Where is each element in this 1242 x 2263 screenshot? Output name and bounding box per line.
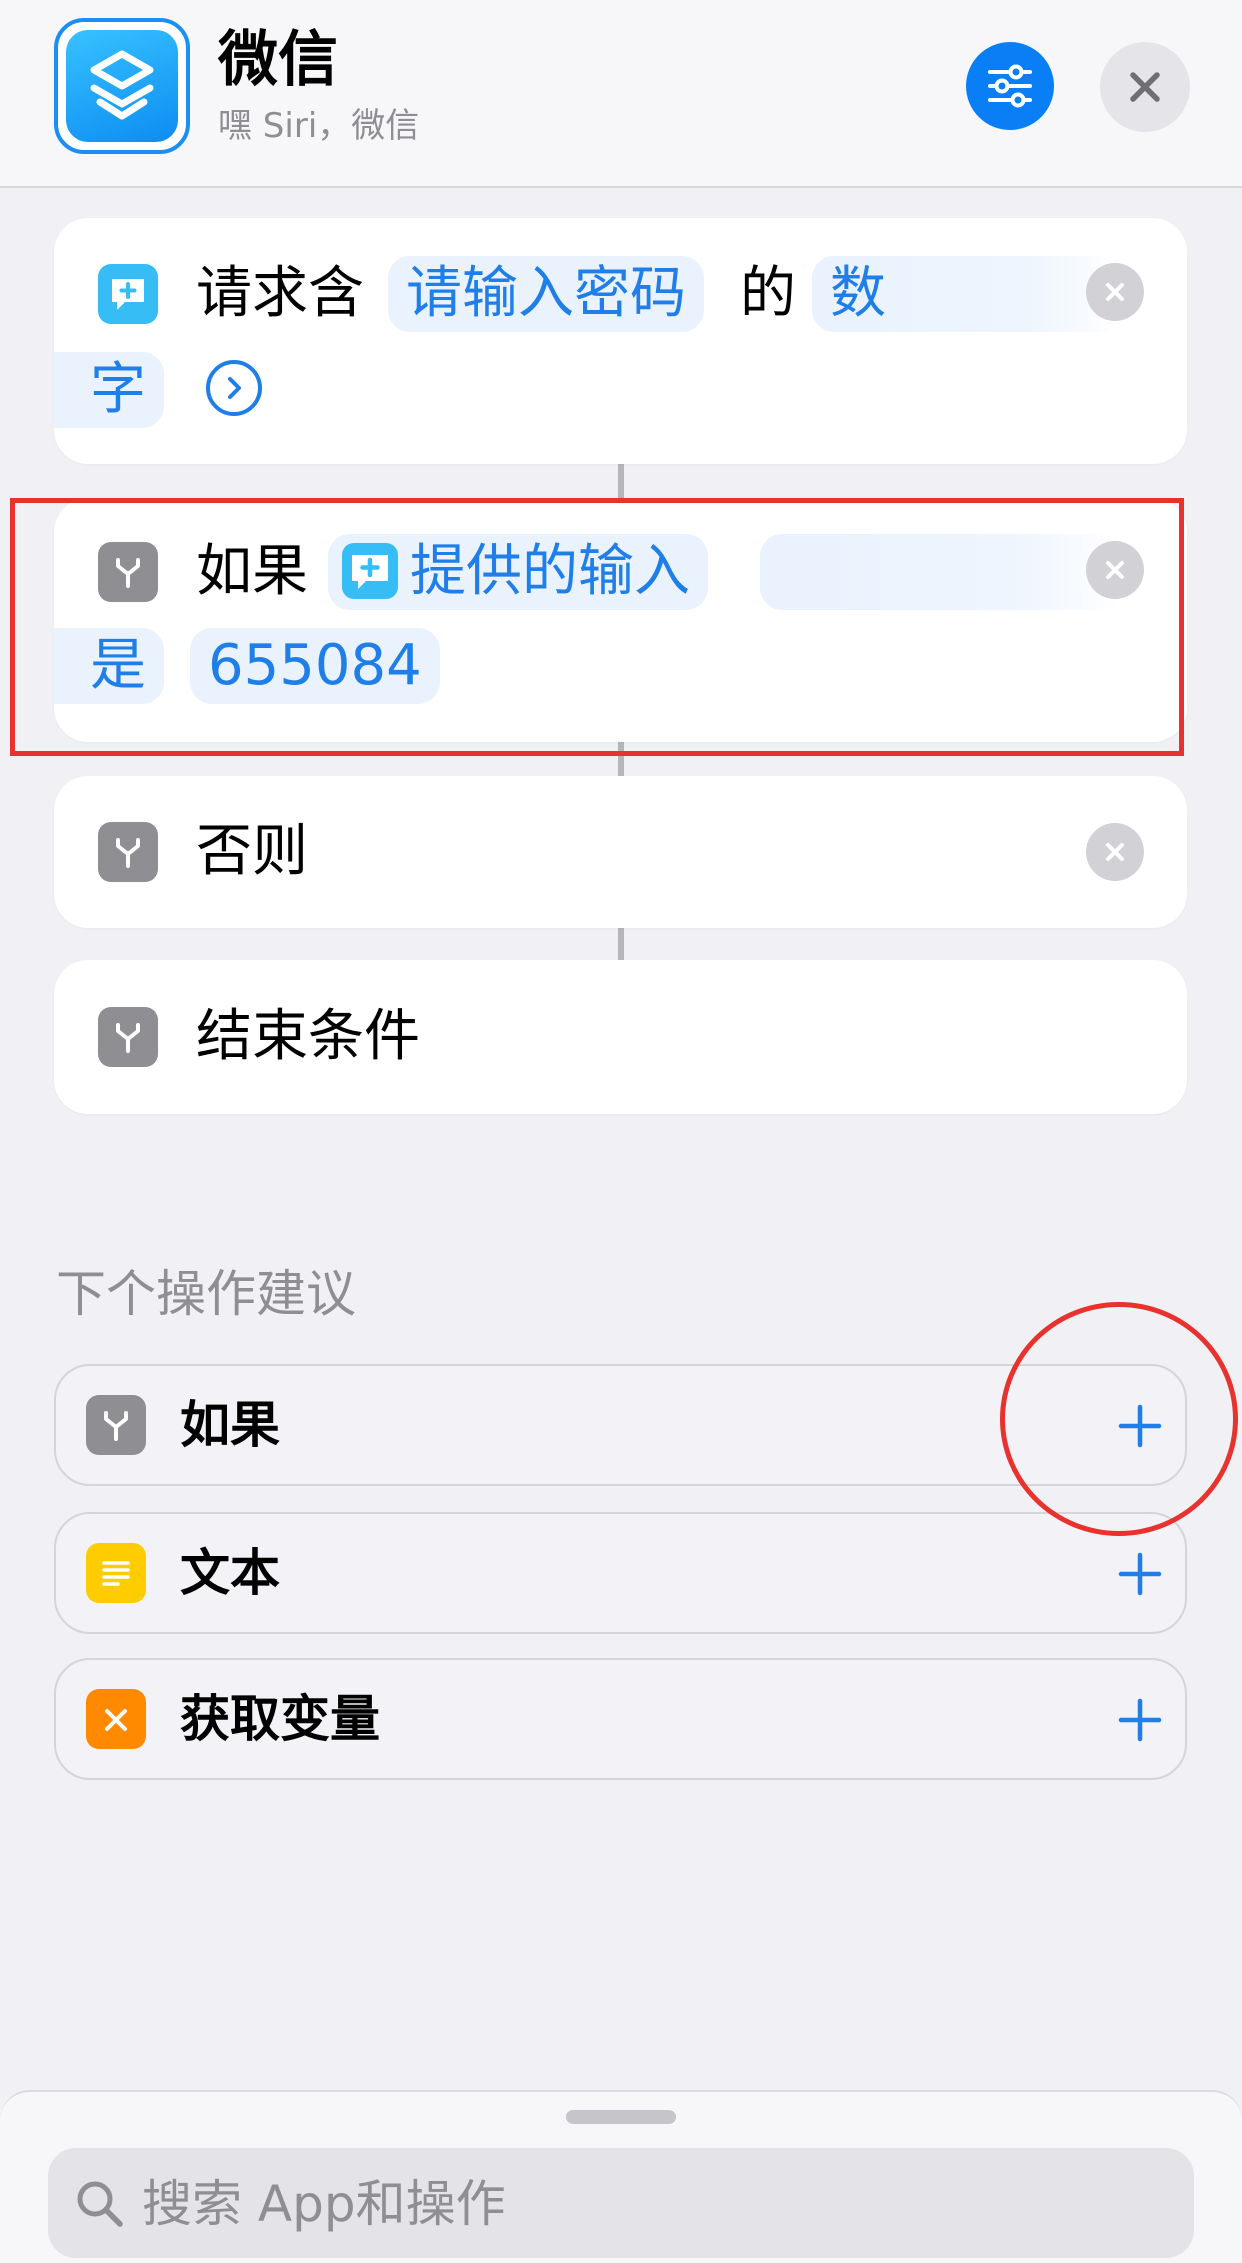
branch-icon <box>86 1395 146 1455</box>
annotation-highlight-circle <box>1000 1302 1238 1536</box>
close-icon <box>1106 843 1124 861</box>
flow-connector <box>618 462 624 498</box>
sheet-grabber[interactable] <box>566 2110 676 2124</box>
prompt-token[interactable]: 请输入密码 <box>388 256 704 332</box>
action-search-sheet[interactable] <box>0 2090 1242 2263</box>
speech-bubble-plus-icon <box>98 264 158 324</box>
branch-icon <box>98 822 158 882</box>
search-field[interactable] <box>48 2148 1194 2260</box>
settings-button[interactable] <box>966 42 1054 130</box>
close-icon <box>1106 283 1124 301</box>
end-if-action[interactable]: 结束条件 <box>54 960 1187 1114</box>
suggestions-heading: 下个操作建议 <box>56 1265 356 1323</box>
plus-icon <box>1118 1698 1162 1742</box>
search-icon <box>77 2181 123 2227</box>
remove-action-button[interactable] <box>1086 823 1144 881</box>
ask-for-input-action[interactable]: 请求含 请输入密码 的 数 字 <box>54 218 1187 464</box>
chevron-right-icon <box>228 377 241 399</box>
variable-x-icon <box>86 1689 146 1749</box>
editor-header: 微信 嘿 Siri，微信 <box>0 0 1242 188</box>
siri-phrase: 嘿 Siri，微信 <box>218 106 420 146</box>
remove-action-button[interactable] <box>1086 263 1144 321</box>
close-icon <box>1130 72 1160 102</box>
close-button[interactable] <box>1100 42 1190 132</box>
suggestion-label: 文本 <box>180 1544 280 1602</box>
plus-icon <box>1118 1552 1162 1596</box>
branch-icon <box>98 1007 158 1067</box>
suggestion-label: 获取变量 <box>180 1690 380 1748</box>
end-if-label: 结束条件 <box>196 1004 420 1069</box>
shortcut-title[interactable]: 微信 <box>218 24 338 96</box>
otherwise-action[interactable]: 否则 <box>54 776 1187 928</box>
expand-options-button[interactable] <box>206 360 262 416</box>
shortcuts-icon <box>66 30 178 142</box>
suggestion-get-variable[interactable]: 获取变量 <box>54 1658 1187 1780</box>
add-suggestion-button[interactable] <box>1108 1542 1172 1606</box>
suggestion-label: 如果 <box>180 1396 280 1454</box>
sliders-icon <box>988 64 1032 108</box>
flow-connector <box>618 926 624 960</box>
input-type-token-continued[interactable]: 字 <box>54 352 164 428</box>
shortcut-app-icon[interactable] <box>54 18 190 154</box>
annotation-highlight-box <box>10 498 1184 756</box>
ask-prefix-text: 请求含 <box>196 261 364 326</box>
input-type-token[interactable]: 数 <box>830 258 886 330</box>
add-suggestion-button[interactable] <box>1108 1688 1172 1752</box>
ask-middle-text: 的 <box>740 261 796 326</box>
suggestion-text[interactable]: 文本 <box>54 1512 1187 1634</box>
search-input[interactable] <box>140 2148 1144 2260</box>
otherwise-label: 否则 <box>196 819 308 884</box>
text-lines-icon <box>86 1543 146 1603</box>
